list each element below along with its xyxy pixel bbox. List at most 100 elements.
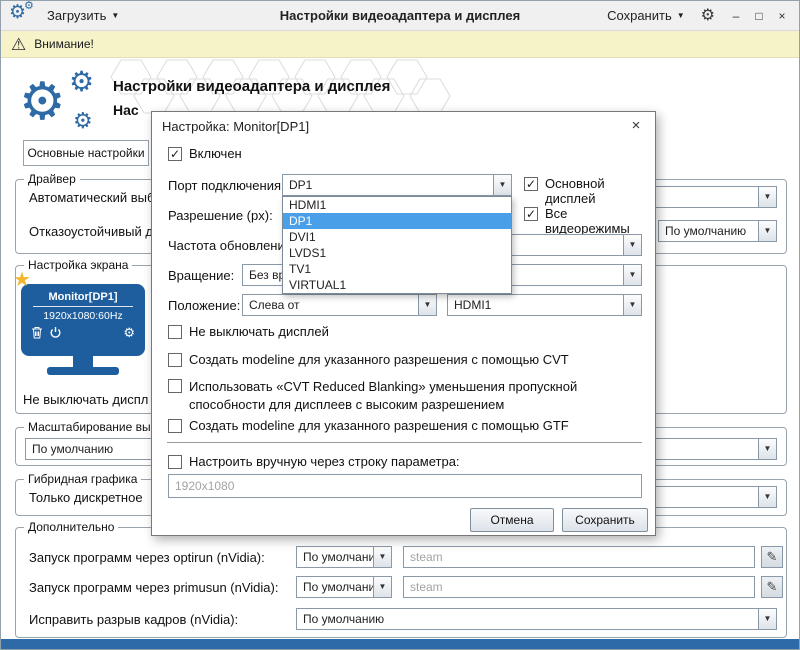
chevron-down-icon[interactable]: ▼ [758, 187, 776, 207]
chevron-down-icon[interactable]: ▼ [758, 221, 776, 241]
screen-dpms-label: Не выключать диспл [23, 392, 148, 407]
enabled-checkbox-label: Включен [189, 146, 242, 161]
chevron-down-icon[interactable]: ▼ [493, 175, 511, 195]
primusrun-dropdown[interactable]: По умолчанию ▼ [296, 576, 392, 598]
scaling-group-legend: Масштабирование вы [24, 420, 155, 434]
manual-mode-input[interactable] [168, 474, 642, 498]
status-bar [1, 639, 799, 649]
port-dropdown[interactable]: DP1 ▼ [282, 174, 512, 196]
optirun-dropdown[interactable]: По умолчанию ▼ [296, 546, 392, 568]
settings-gear-button[interactable]: ⚙ [701, 8, 715, 24]
position-dropdown[interactable]: Слева от ▼ [242, 294, 437, 316]
all-modes-checkbox[interactable]: ✓ Все видеорежимы [524, 206, 655, 236]
star-icon: ★ [13, 270, 31, 290]
save-button[interactable]: Сохранить ▼ [601, 5, 691, 26]
checkbox-box[interactable] [168, 353, 182, 367]
monitor-widget[interactable]: Monitor[DP1] 1920x1080:60Hz ⚙ [21, 284, 145, 356]
monitor-stand-base [47, 367, 119, 375]
tearfix-label: Исправить разрыв кадров (nVidia): [29, 612, 238, 627]
driver-failsafe-dropdown[interactable]: По умолчанию ▼ [658, 220, 777, 242]
page-subtitle-fragment: Нас [113, 102, 139, 118]
extra-group-legend: Дополнительно [24, 520, 118, 534]
primary-display-checkbox[interactable]: ✓ Основной дисплей [524, 176, 655, 206]
check-icon: ✓ [526, 208, 536, 220]
dialog-title: Настройка: Monitor[DP1] [162, 119, 309, 134]
optirun-command-input[interactable] [403, 546, 755, 568]
chevron-down-icon[interactable]: ▼ [758, 439, 776, 459]
chevron-down-icon[interactable]: ▼ [418, 295, 436, 315]
close-button[interactable]: × [773, 6, 791, 26]
chevron-down-icon[interactable]: ▼ [758, 487, 776, 507]
chevron-down-icon[interactable]: ▼ [623, 295, 641, 315]
page-title: Настройки видеоадаптера и дисплея [113, 78, 390, 95]
pencil-icon: ✎ [767, 579, 778, 595]
cancel-button[interactable]: Отмена [470, 508, 554, 532]
save-button[interactable]: Сохранить [562, 508, 648, 532]
primary-display-label: Основной дисплей [545, 176, 655, 206]
hybrid-group-legend: Гибридная графика [24, 472, 141, 486]
cvt-rb-checkbox[interactable]: Использовать «CVT Reduced Blanking» умен… [168, 378, 638, 413]
monitor-mode: 1920x1080:60Hz [21, 307, 145, 322]
cvt-checkbox[interactable]: Создать modeline для указанного разрешен… [168, 352, 569, 367]
maximize-button[interactable]: □ [750, 6, 768, 26]
checkbox-box[interactable] [168, 325, 182, 339]
chevron-down-icon[interactable]: ▼ [623, 265, 641, 285]
checkbox-box[interactable] [168, 419, 182, 433]
checkbox-box[interactable]: ✓ [168, 147, 182, 161]
list-item[interactable]: DVI1 [283, 229, 511, 245]
checkbox-box[interactable]: ✓ [524, 177, 538, 191]
list-item-selected[interactable]: DP1 [283, 213, 511, 229]
enabled-checkbox[interactable]: ✓ Включен [168, 146, 242, 161]
monitor-name: Monitor[DP1] [21, 284, 145, 303]
cvt-checkbox-label: Создать modeline для указанного разрешен… [189, 352, 569, 367]
chevron-down-icon[interactable]: ▼ [373, 547, 391, 567]
titlebar: ⚙ ⚙ Загрузить ▼ Настройки видеоадаптера … [1, 1, 799, 31]
app-logo-gears-icon: ⚙ ⚙ [7, 1, 41, 31]
load-button-label: Загрузить [47, 8, 106, 23]
optirun-edit-button[interactable]: ✎ [761, 546, 783, 568]
warning-icon: ⚠ [11, 36, 26, 53]
list-item[interactable]: VIRTUAL1 [283, 277, 511, 293]
tearfix-dropdown[interactable]: По умолчанию ▼ [296, 608, 777, 630]
list-item[interactable]: TV1 [283, 261, 511, 277]
app-logo: ⚙ ⚙ ⚙ [13, 66, 113, 146]
cvt-rb-checkbox-label: Использовать «CVT Reduced Blanking» умен… [189, 378, 638, 413]
port-label: Порт подключения: [168, 178, 285, 193]
tab-main-settings[interactable]: Основные настройки [23, 140, 149, 166]
trash-icon[interactable] [31, 326, 43, 339]
chevron-down-icon[interactable]: ▼ [373, 577, 391, 597]
monitor-settings-dialog: Настройка: Monitor[DP1] × ✓ Включен Порт… [151, 111, 656, 536]
primusrun-label: Запуск программ через primusun (nVidia): [29, 580, 278, 595]
port-dropdown-list: HDMI1 DP1 DVI1 LVDS1 TV1 VIRTUAL1 [282, 196, 512, 294]
gtf-checkbox-label: Создать modeline для указанного разрешен… [189, 418, 569, 433]
minimize-button[interactable]: – [727, 6, 745, 26]
chevron-down-icon[interactable]: ▼ [623, 235, 641, 255]
gear-icon: ⚙ [24, 1, 34, 12]
app-window: ⚙ ⚙ Загрузить ▼ Настройки видеоадаптера … [0, 0, 800, 650]
checkbox-box[interactable]: ✓ [524, 207, 538, 221]
rotation-label: Вращение: [168, 268, 234, 283]
load-button[interactable]: Загрузить ▼ [41, 5, 125, 26]
refresh-label: Частота обновления ( [168, 238, 300, 253]
primusrun-edit-button[interactable]: ✎ [761, 576, 783, 598]
driver-failsafe-label: Отказоустойчивый др [29, 224, 160, 239]
warning-text: Внимание! [34, 37, 94, 51]
list-item[interactable]: HDMI1 [283, 197, 511, 213]
manual-checkbox-label: Настроить вручную через строку параметра… [189, 454, 460, 469]
dialog-separator [167, 442, 642, 443]
monitor-gear-icon[interactable]: ⚙ [123, 326, 135, 339]
gear-icon: ⚙ [19, 76, 66, 128]
position-target-dropdown[interactable]: HDMI1 ▼ [447, 294, 642, 316]
checkbox-box[interactable] [168, 455, 182, 469]
checkbox-box[interactable] [168, 379, 182, 393]
dialog-close-icon[interactable]: × [627, 116, 645, 134]
chevron-down-icon[interactable]: ▼ [758, 609, 776, 629]
gtf-checkbox[interactable]: Создать modeline для указанного разрешен… [168, 418, 569, 433]
manual-checkbox[interactable]: Настроить вручную через строку параметра… [168, 454, 460, 469]
position-label: Положение: [168, 298, 240, 313]
dpms-checkbox[interactable]: Не выключать дисплей [168, 324, 329, 339]
warning-bar: ⚠ Внимание! [1, 31, 799, 58]
primusrun-command-input[interactable] [403, 576, 755, 598]
power-icon[interactable] [49, 326, 62, 339]
list-item[interactable]: LVDS1 [283, 245, 511, 261]
